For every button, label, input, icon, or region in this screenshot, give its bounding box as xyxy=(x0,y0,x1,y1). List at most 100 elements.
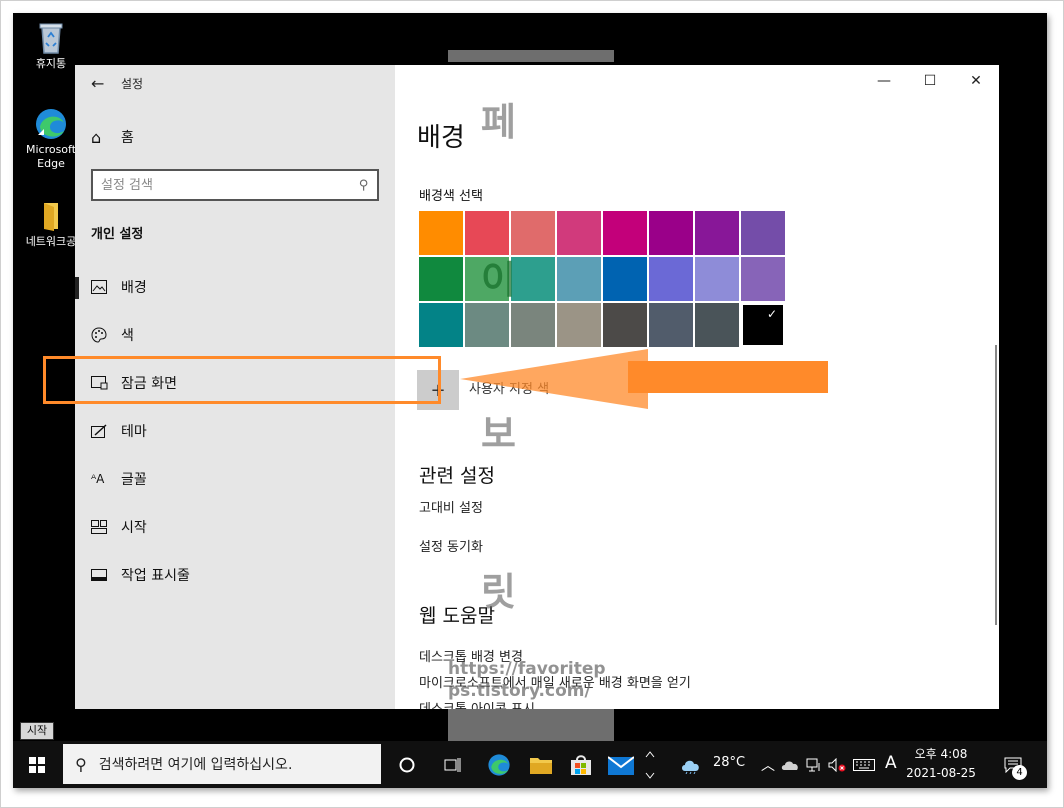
nav-item-label: 시작 xyxy=(121,520,147,536)
store-button[interactable] xyxy=(559,741,603,788)
weather-temperature: 28°C xyxy=(713,755,746,770)
color-swatch[interactable] xyxy=(557,211,601,255)
watermark-char: 보 xyxy=(481,412,516,456)
desktop-icon-label: 휴지통 xyxy=(35,57,67,70)
settings-search: ⚲ xyxy=(91,169,379,201)
show-hidden-icons-button[interactable]: ︿ xyxy=(759,741,777,788)
start-button[interactable] xyxy=(13,741,61,788)
desktop-icon-label: 네트워크공 xyxy=(25,235,77,248)
file-explorer-button[interactable] xyxy=(519,741,563,788)
nav-item-label: 글꼴 xyxy=(121,472,147,488)
cortana-button[interactable] xyxy=(385,741,429,788)
nav-item-theme[interactable]: 테마 xyxy=(75,411,395,451)
volume-button[interactable] xyxy=(825,741,849,788)
cortana-icon xyxy=(399,757,415,772)
nav-item-label: 테마 xyxy=(121,424,147,440)
network-icon xyxy=(806,758,820,771)
desktop-icon-folder[interactable]: 네트워크공 xyxy=(19,199,83,249)
color-swatch[interactable] xyxy=(419,257,463,301)
watermark-strip xyxy=(448,50,614,62)
color-swatch[interactable] xyxy=(649,257,693,301)
maximize-button[interactable]: ☐ xyxy=(907,67,953,95)
picture-icon xyxy=(91,280,121,294)
edge-taskbar-button[interactable] xyxy=(477,741,521,788)
watermark-char: 페 xyxy=(481,100,516,144)
watermark-char: 이 xyxy=(481,258,516,302)
desktop-icon-edge[interactable]: Microsoft Edge xyxy=(19,107,83,171)
nav-home-label: 홈 xyxy=(121,130,134,146)
nav-item-fonts[interactable]: ᴬA 글꼴 xyxy=(75,459,395,499)
network-button[interactable] xyxy=(803,741,825,788)
nav-item-label: 배경 xyxy=(121,280,147,296)
nav-home[interactable]: ⌂ 홈 xyxy=(91,127,134,147)
nav-item-start[interactable]: 시작 xyxy=(75,507,395,547)
color-swatch[interactable] xyxy=(511,257,555,301)
close-button[interactable]: ✕ xyxy=(953,67,999,95)
color-swatch[interactable] xyxy=(695,257,739,301)
mail-icon xyxy=(608,755,634,775)
start-tooltip: 시작 xyxy=(20,722,54,740)
watermark-url-line: https://favoritep xyxy=(448,659,606,679)
volume-muted-icon xyxy=(828,757,846,772)
search-input[interactable] xyxy=(101,177,360,193)
minimize-button[interactable]: — xyxy=(861,67,907,95)
home-icon: ⌂ xyxy=(91,127,102,147)
nav-item-color[interactable]: 색 xyxy=(75,315,395,355)
watermark-url-line: ps.tistory.com/ xyxy=(448,681,591,701)
clock-date: 2021-08-25 xyxy=(906,766,976,780)
palette-icon xyxy=(91,327,121,343)
taskbar-search-placeholder: 검색하려면 여기에 입력하십시오. xyxy=(98,757,293,773)
taskbar-scroll-arrows[interactable] xyxy=(641,741,659,788)
watermark-char: 릿 xyxy=(481,570,516,614)
checkmark-icon: ✓ xyxy=(766,307,777,321)
nav-item-taskbar[interactable]: 작업 표시줄 xyxy=(75,555,395,595)
onedrive-icon xyxy=(781,760,798,770)
windows-logo-icon xyxy=(29,756,45,773)
keyboard-icon xyxy=(853,758,875,771)
desktop-icon-recycle-bin[interactable]: 휴지통 xyxy=(19,21,83,71)
page-title: 배경 xyxy=(417,123,465,153)
clock[interactable]: 오후 4:08 2021-08-25 xyxy=(899,745,983,783)
taskbar-search[interactable]: ⚲ 검색하려면 여기에 입력하십시오. xyxy=(63,744,381,784)
color-swatch[interactable] xyxy=(603,211,647,255)
folder-icon xyxy=(530,757,552,774)
nav-item-background[interactable]: 배경 xyxy=(75,267,395,307)
color-swatch[interactable] xyxy=(511,211,555,255)
taskbar-icon xyxy=(91,569,121,581)
related-link-sync[interactable]: 설정 동기화 xyxy=(419,536,483,555)
color-swatch[interactable] xyxy=(649,211,693,255)
touch-keyboard-button[interactable] xyxy=(851,741,877,788)
related-link-high-contrast[interactable]: 고대비 설정 xyxy=(419,497,483,516)
weather-widget[interactable] xyxy=(677,741,705,788)
color-swatch[interactable] xyxy=(741,257,785,301)
back-arrow-icon[interactable]: ← xyxy=(91,74,121,93)
task-view-button[interactable] xyxy=(431,741,475,788)
color-swatch[interactable] xyxy=(695,211,739,255)
edge-icon xyxy=(36,109,66,139)
color-swatch[interactable] xyxy=(603,257,647,301)
nav-item-label: 색 xyxy=(121,328,134,344)
watermark-strip xyxy=(448,709,614,743)
search-icon: ⚲ xyxy=(75,754,87,774)
color-swatch[interactable] xyxy=(419,303,463,347)
color-swatch[interactable] xyxy=(419,211,463,255)
cloud-icon xyxy=(682,760,699,774)
color-swatch[interactable] xyxy=(557,257,601,301)
task-view-icon xyxy=(444,757,461,772)
mail-button[interactable] xyxy=(599,741,643,788)
scrollbar[interactable] xyxy=(995,345,997,625)
section-title: 개인 설정 xyxy=(91,227,144,242)
color-swatch[interactable] xyxy=(741,211,785,255)
onedrive-button[interactable] xyxy=(779,741,801,788)
notification-count-badge: 4 xyxy=(1012,765,1027,780)
related-settings-heading: 관련 설정 xyxy=(419,465,495,487)
selection-indicator xyxy=(75,277,79,299)
search-icon[interactable]: ⚲ xyxy=(359,178,369,193)
desktop: 휴지통 Microsoft Edge 네트워크공 ← 설정 ⌂ 홈 설정 검색 … xyxy=(13,13,1047,788)
desktop-icon-label: Microsoft Edge xyxy=(25,143,77,170)
store-icon xyxy=(571,754,591,775)
input-method-indicator[interactable]: A xyxy=(885,753,897,773)
taskbar: ⚲ 검색하려면 여기에 입력하십시오. 28°C ︿ A 오후 4:08 202… xyxy=(13,741,1047,788)
notification-center-button[interactable]: 4 xyxy=(993,741,1033,788)
theme-icon xyxy=(91,423,121,439)
